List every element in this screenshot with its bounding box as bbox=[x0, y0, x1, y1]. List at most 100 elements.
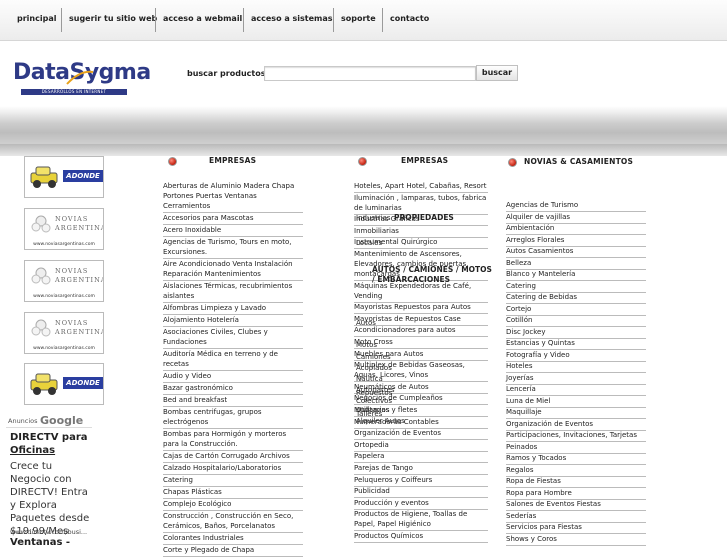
col1-item[interactable]: Complejo Ecológico bbox=[163, 499, 303, 509]
col1-item[interactable]: Alfombras Limpieza y Lavado bbox=[163, 303, 303, 313]
col2-item[interactable]: Hoteles, Apart Hotel, Cabañas, Resort bbox=[354, 181, 488, 191]
col2-item[interactable]: Parejas de Tango bbox=[354, 463, 488, 473]
col2-item[interactable]: Productos de Higiene, Toallas de Papel, … bbox=[354, 509, 488, 529]
col1-item[interactable]: Acero Inoxidable bbox=[163, 225, 303, 235]
col2-item[interactable]: Organización de Eventos bbox=[354, 428, 488, 438]
col1-item[interactable]: Bombas centrifugas, grupos electrógenos bbox=[163, 407, 303, 427]
col3-item[interactable]: Lencería bbox=[506, 384, 646, 394]
col1-item[interactable]: Bazar gastronómico bbox=[163, 383, 303, 393]
col3-item[interactable]: Autos Casamientos bbox=[506, 246, 646, 256]
col3-item[interactable]: Agencias de Turismo bbox=[506, 200, 646, 210]
col3-item[interactable]: Servicios para Fiestas bbox=[506, 522, 646, 532]
col1-item[interactable]: Accesorios para Mascotas bbox=[163, 213, 303, 223]
nav-principal[interactable]: principal bbox=[17, 14, 56, 24]
col3-item[interactable]: Sederías bbox=[506, 511, 646, 521]
col1-item[interactable]: Construcción , Construcción en Seco, Cer… bbox=[163, 511, 303, 531]
col3-item[interactable]: Ramos y Tocados bbox=[506, 453, 646, 463]
ad-caption: www.noviasargentinas.com bbox=[33, 346, 95, 351]
search-button[interactable]: buscar bbox=[476, 65, 518, 81]
nav-sistemas[interactable]: acceso a sistemas bbox=[251, 14, 333, 24]
col1-item[interactable]: Aislaciones Térmicas, recubrimientos ais… bbox=[163, 281, 303, 301]
col3-item[interactable]: Disc Jockey bbox=[506, 327, 646, 337]
search-input[interactable] bbox=[264, 66, 476, 81]
col3-item[interactable]: Ropa para Hombre bbox=[506, 488, 646, 498]
col2-item[interactable]: Ortopedia bbox=[354, 440, 488, 450]
col2-overlay-item[interactable]: Autos bbox=[356, 318, 376, 328]
google-ad-url[interactable]: www.directv.com/busi... bbox=[10, 528, 87, 536]
col2-overlay-item[interactable]: Industrias bbox=[356, 213, 391, 223]
col3-item[interactable]: Arreglos Florales bbox=[506, 235, 646, 245]
col2-item[interactable]: Iluminación , lamparas, tubos, fabrica d… bbox=[354, 193, 488, 213]
ad-title-line1[interactable]: DIRECTV para bbox=[10, 432, 88, 443]
ad-title-line2[interactable]: Oficinas bbox=[10, 445, 55, 456]
ad-banner-novias[interactable]: NOVIASARGENTINAS www.noviasargentinas.co… bbox=[24, 312, 104, 354]
col3-item[interactable]: Organización de Eventos bbox=[506, 419, 646, 429]
col3-item[interactable]: Blanco y Mantelería bbox=[506, 269, 646, 279]
col3-item[interactable]: Cotillón bbox=[506, 315, 646, 325]
col2-overlay-item[interactable]: Camiones bbox=[356, 352, 391, 362]
google-ad-next-title[interactable]: Ventanas - bbox=[10, 537, 70, 548]
col3-item[interactable]: Maquillaje bbox=[506, 407, 646, 417]
col2-item[interactable]: Publicidad bbox=[354, 486, 488, 496]
col2-overlay-item[interactable]: Náutica bbox=[356, 374, 383, 384]
col2-item[interactable]: Inmobiliarias bbox=[354, 226, 488, 236]
col3-item[interactable]: Peinados bbox=[506, 442, 646, 452]
col1-item[interactable]: Cajas de Cartón Corrugado Archivos bbox=[163, 451, 303, 461]
col1-item[interactable]: Chapas Plásticas bbox=[163, 487, 303, 497]
ad-banner-novias[interactable]: NOVIASARGENTINAS www.noviasargentinas.co… bbox=[24, 260, 104, 302]
col1-item[interactable]: Bed and breakfast bbox=[163, 395, 303, 405]
col2-overlay-item[interactable]: Locales bbox=[356, 238, 382, 248]
col1-item[interactable]: Aberturas de Aluminio Madera Chapa Porto… bbox=[163, 181, 303, 211]
nav-contacto[interactable]: contacto bbox=[390, 14, 429, 24]
col2-overlay-item[interactable]: Motos bbox=[356, 340, 377, 350]
col1-item[interactable]: Audio y Video bbox=[163, 371, 303, 381]
col2-item[interactable]: Mayoristas Repuestos para Autos bbox=[354, 302, 488, 312]
col1-item[interactable]: Catering bbox=[163, 475, 303, 485]
nav-sugerir[interactable]: sugerir tu sitio web bbox=[69, 14, 157, 24]
col1-item[interactable]: Bombas para Hormigón y morteros para la … bbox=[163, 429, 303, 449]
col3-item[interactable]: Belleza bbox=[506, 258, 646, 268]
col1-item[interactable]: Agencias de Turismo, Tours en moto, Excu… bbox=[163, 237, 303, 257]
col2-item[interactable]: Producción y eventos bbox=[354, 498, 488, 508]
col3-item[interactable]: Catering bbox=[506, 281, 646, 291]
col3-item[interactable]: Joyerías bbox=[506, 373, 646, 383]
google-ad-title[interactable]: DIRECTV para Oficinas bbox=[10, 431, 92, 457]
ad-banner-novias[interactable]: NOVIASARGENTINAS www.noviasargentinas.co… bbox=[24, 208, 104, 250]
google-logo: Google bbox=[40, 414, 84, 427]
ad-banner-adonde[interactable]: ADONDE bbox=[24, 156, 104, 198]
col3-item[interactable]: Luna de Miel bbox=[506, 396, 646, 406]
col2-header: EMPRESAS bbox=[358, 156, 498, 168]
col3-item[interactable]: Salones de Eventos Fiestas bbox=[506, 499, 646, 509]
col2-item[interactable]: Peluqueros y Coiffeurs bbox=[354, 475, 488, 485]
col1-item[interactable]: Aire Acondicionado Venta Instalación Rep… bbox=[163, 259, 303, 279]
col2-overlay-item[interactable]: Acoplados bbox=[356, 363, 392, 373]
col2-overlay-item[interactable]: Talleres bbox=[356, 409, 382, 419]
col2-item[interactable]: Papelera bbox=[354, 451, 488, 461]
col1-item[interactable]: Alojamiento Hotelería bbox=[163, 315, 303, 325]
col3-item[interactable]: Cortejo bbox=[506, 304, 646, 314]
col3-item[interactable]: Participaciones, Invitaciones, Tarjetas bbox=[506, 430, 646, 440]
col3-item[interactable]: Shows y Coros bbox=[506, 534, 646, 544]
nav-soporte[interactable]: soporte bbox=[341, 14, 376, 24]
col1-item[interactable]: Calzado Hospitalario/Laboratorios bbox=[163, 463, 303, 473]
col3-item[interactable]: Catering de Bebidas bbox=[506, 292, 646, 302]
col3-item[interactable]: Alquiler de vajillas bbox=[506, 212, 646, 222]
ad-banner-adonde[interactable]: ADONDE bbox=[24, 363, 104, 405]
car-icon bbox=[30, 166, 58, 188]
logo[interactable]: DataSygma DESARROLLOS EN INTERNET bbox=[13, 60, 151, 100]
col3-item[interactable]: Ambientación bbox=[506, 223, 646, 233]
logo-tagline: DESARROLLOS EN INTERNET bbox=[21, 89, 127, 95]
col1-item[interactable]: Corte y Plegado de Chapa bbox=[163, 545, 303, 555]
col2-item[interactable]: Productos Químicos bbox=[354, 531, 488, 541]
col1-item[interactable]: Asociaciones Civiles, Clubes y Fundacion… bbox=[163, 327, 303, 347]
nav-webmail[interactable]: acceso a webmail bbox=[163, 14, 242, 24]
col2-overlay-item[interactable]: Repuestos bbox=[356, 388, 392, 398]
col3-item[interactable]: Hoteles bbox=[506, 361, 646, 371]
adonde-label: ADONDE bbox=[63, 170, 103, 182]
col3-item[interactable]: Fotografía y Video bbox=[506, 350, 646, 360]
col1-item[interactable]: Auditoría Médica en terreno y de recetas bbox=[163, 349, 303, 369]
col1-item[interactable]: Colorantes Industriales bbox=[163, 533, 303, 543]
col3-item[interactable]: Regalos bbox=[506, 465, 646, 475]
col3-item[interactable]: Ropa de Fiestas bbox=[506, 476, 646, 486]
col3-item[interactable]: Estancias y Quintas bbox=[506, 338, 646, 348]
